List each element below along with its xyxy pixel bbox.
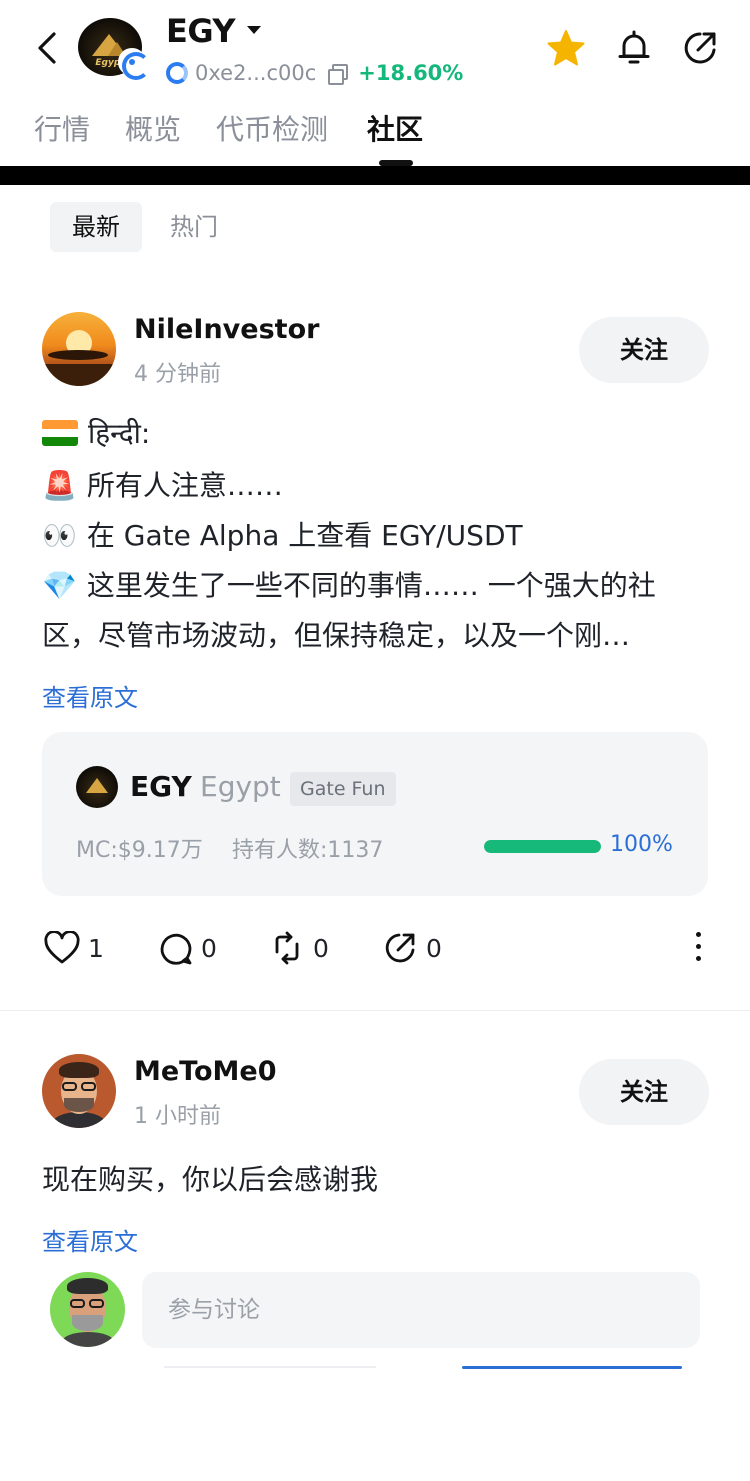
like-button[interactable]: 1	[44, 928, 104, 968]
share-count: 0	[426, 933, 442, 963]
back-arrow-icon[interactable]	[30, 28, 64, 68]
post-divider	[0, 1010, 750, 1011]
tab-bar: 行情 概览 代币检测 社区	[0, 104, 750, 168]
post-time: 1 小时前	[134, 1104, 221, 1129]
token-header: Egypt EGY 0xe2...c00c +18.60%	[0, 0, 750, 100]
avatar[interactable]	[42, 1054, 116, 1128]
star-icon[interactable]	[546, 28, 586, 68]
holder-count: 持有人数:1137	[232, 838, 384, 863]
post-line: 💎 这里发生了一些不同的事情…… 一个强大的社	[42, 569, 656, 602]
caret-down-icon[interactable]	[247, 26, 261, 34]
progress-percent: 100%	[610, 832, 673, 857]
india-flag-icon	[42, 420, 78, 446]
token-card[interactable]: EGY Egypt Gate Fun MC:$9.17万 持有人数:1137 1…	[42, 732, 708, 896]
more-options-icon[interactable]	[690, 930, 706, 964]
post-username[interactable]: MeToMe0	[134, 1056, 277, 1087]
repost-button[interactable]: 0	[269, 928, 329, 968]
filter-latest[interactable]: 最新	[50, 202, 142, 252]
token-name[interactable]: EGY	[166, 12, 236, 50]
card-name: Egypt	[200, 770, 281, 803]
tab-market[interactable]: 行情	[34, 108, 90, 148]
divider-bar	[0, 166, 750, 185]
bell-icon[interactable]	[614, 28, 654, 68]
chain-icon	[166, 62, 188, 84]
post-text: 现在购买，你以后会感谢我	[42, 1163, 379, 1196]
post-line: हिन्दी:	[42, 414, 150, 452]
progress-bar	[484, 840, 601, 853]
comment-icon	[160, 933, 192, 965]
comment-count: 0	[201, 933, 217, 963]
price-change: +18.60%	[358, 61, 464, 85]
share-icon	[385, 933, 415, 963]
like-count: 1	[88, 933, 104, 963]
copy-icon[interactable]	[328, 64, 349, 85]
chain-badge-icon	[118, 48, 150, 80]
comment-button[interactable]: 0	[157, 928, 217, 968]
post-line: 👀 在 Gate Alpha 上查看 EGY/USDT	[42, 519, 523, 552]
market-cap: MC:$9.17万	[76, 838, 203, 863]
view-original-link[interactable]: 查看原文	[42, 678, 138, 713]
share-icon[interactable]	[680, 28, 720, 68]
separator	[164, 1366, 376, 1368]
siren-icon: 🚨	[42, 469, 77, 502]
follow-button[interactable]: 关注	[579, 1059, 709, 1125]
eyes-icon: 👀	[42, 519, 77, 552]
filter-hot[interactable]: 热门	[170, 202, 218, 252]
post-line: 🚨 所有人注意……	[42, 469, 283, 502]
repost-icon	[275, 931, 299, 965]
view-original-link[interactable]: 查看原文	[42, 1222, 138, 1257]
avatar[interactable]	[42, 312, 116, 386]
post-username[interactable]: NileInvestor	[134, 314, 319, 345]
tab-overview[interactable]: 概览	[125, 108, 181, 148]
follow-button[interactable]: 关注	[579, 317, 709, 383]
my-avatar[interactable]	[50, 1272, 125, 1347]
repost-count: 0	[313, 933, 329, 963]
gem-icon: 💎	[42, 569, 77, 602]
post-time: 4 分钟前	[134, 362, 221, 387]
tab-community[interactable]: 社区	[367, 108, 423, 148]
card-tag: Gate Fun	[290, 772, 396, 806]
heart-icon	[44, 931, 80, 964]
address-row: 0xe2...c00c +18.60%	[166, 60, 463, 86]
pyramid-logo-icon	[86, 778, 108, 793]
post-line: 区，尽管市场波动，但保持稳定，以及一个刚…	[42, 619, 631, 652]
token-avatar	[76, 766, 118, 808]
share-button[interactable]: 0	[382, 928, 442, 968]
contract-address: 0xe2...c00c	[195, 61, 317, 85]
active-indicator	[462, 1366, 682, 1369]
comment-input[interactable]: 参与讨论	[142, 1272, 700, 1348]
card-symbol: EGY	[130, 770, 192, 803]
tab-token-check[interactable]: 代币检测	[216, 108, 328, 148]
progress-fill	[484, 840, 601, 853]
